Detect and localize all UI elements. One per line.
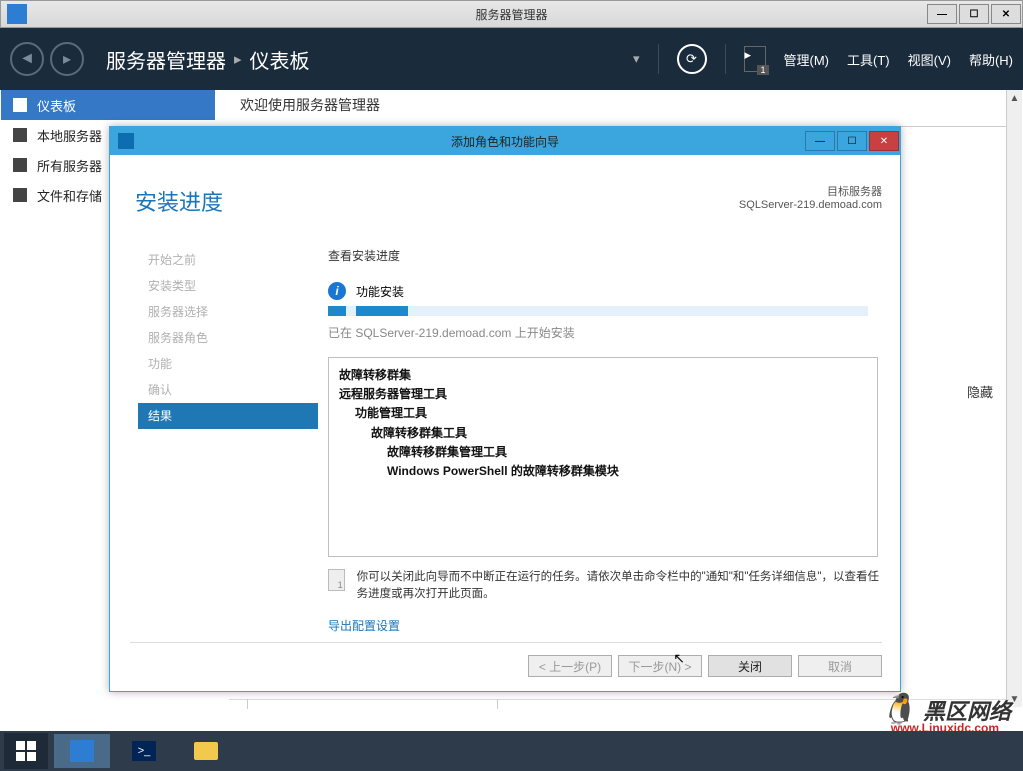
- close-button[interactable]: [991, 4, 1021, 24]
- task-server-manager[interactable]: [54, 734, 110, 768]
- refresh-button[interactable]: ⟳: [677, 44, 707, 74]
- menu-tools[interactable]: 工具(T): [847, 50, 890, 69]
- breadcrumb-dropdown[interactable]: ▾: [633, 51, 640, 67]
- info-icon: i: [328, 282, 346, 300]
- note-row: 1 你可以关闭此向导而不中断正在运行的任务。请依次单击命令栏中的"通知"和"任务…: [328, 569, 888, 604]
- app-icon: [7, 4, 27, 24]
- wizard-steps-nav: 开始之前 安装类型 服务器选择 服务器角色 功能 确认 结果: [138, 247, 318, 429]
- results-panel: 故障转移群集 远程服务器管理工具 功能管理工具 故障转移群集工具 故障转移群集管…: [328, 357, 878, 557]
- server-icon: [13, 128, 27, 142]
- result-line: 故障转移群集管理工具: [387, 445, 507, 459]
- task-explorer[interactable]: [178, 734, 234, 768]
- vertical-scrollbar[interactable]: ▲ ▼: [1006, 90, 1022, 707]
- result-line: 功能管理工具: [355, 406, 427, 420]
- notifications-flag-icon[interactable]: ▸: [744, 46, 766, 72]
- export-config-link[interactable]: 导出配置设置: [328, 617, 400, 634]
- target-server-label: 目标服务器: [739, 183, 882, 199]
- install-progress-bar: [328, 306, 868, 316]
- breadcrumb-page: 仪表板: [250, 45, 310, 74]
- menu-help[interactable]: 帮助(H): [969, 50, 1013, 69]
- note-text: 你可以关闭此向导而不中断正在运行的任务。请依次单击命令栏中的"通知"和"任务详细…: [357, 569, 888, 604]
- main-window-titlebar: 服务器管理器: [0, 0, 1023, 28]
- result-line: 故障转移群集: [339, 368, 411, 382]
- wizard-main-pane: 查看安装进度 i 功能安装 已在 SQLServer-219.demoad.co…: [328, 247, 882, 557]
- divider: [497, 699, 498, 709]
- wizard-heading: 安装进度: [135, 185, 223, 217]
- feature-install-label: 功能安装: [356, 283, 404, 300]
- sidebar-label: 仪表板: [37, 96, 76, 115]
- back-button[interactable]: ◄: [10, 42, 44, 76]
- install-status-text: 已在 SQLServer-219.demoad.com 上开始安装: [328, 324, 882, 341]
- wizard-icon: [118, 133, 134, 149]
- previous-button: < 上一步(P): [528, 655, 612, 677]
- window-title: 服务器管理器: [475, 6, 547, 23]
- target-server-block: 目标服务器 SQLServer-219.demoad.com: [739, 183, 882, 211]
- wizard-title: 添加角色和功能向导: [451, 133, 559, 150]
- next-button: 下一步(N) >: [618, 655, 702, 677]
- sidebar-label: 本地服务器: [37, 126, 102, 145]
- menu-manage[interactable]: 管理(M): [784, 50, 830, 69]
- sidebar-label: 所有服务器: [37, 156, 102, 175]
- breadcrumb: 服务器管理器 ▸ 仪表板: [106, 45, 310, 74]
- target-server-name: SQLServer-219.demoad.com: [739, 199, 882, 211]
- result-line: Windows PowerShell 的故障转移群集模块: [387, 464, 619, 478]
- divider: [247, 699, 248, 709]
- cancel-button: 取消: [798, 655, 882, 677]
- step-features: 功能: [138, 351, 318, 377]
- taskbar: >_: [0, 731, 1023, 771]
- result-line: 远程服务器管理工具: [339, 387, 447, 401]
- servers-icon: [13, 158, 27, 172]
- sidebar-label: 文件和存储: [37, 186, 102, 205]
- hide-link[interactable]: 隐藏: [967, 382, 993, 401]
- result-line: 故障转移群集工具: [371, 426, 467, 440]
- breadcrumb-separator: ▸: [234, 50, 242, 68]
- step-server-selection: 服务器选择: [138, 299, 318, 325]
- wizard-close-button[interactable]: ✕: [869, 131, 899, 151]
- breadcrumb-app: 服务器管理器: [106, 45, 226, 74]
- task-powershell[interactable]: >_: [116, 734, 172, 768]
- maximize-button[interactable]: [959, 4, 989, 24]
- start-button[interactable]: [4, 733, 48, 769]
- wizard-minimize-button[interactable]: —: [805, 131, 835, 151]
- sidebar-item-dashboard[interactable]: 仪表板: [1, 90, 215, 120]
- step-results[interactable]: 结果: [138, 403, 318, 429]
- menu-view[interactable]: 视图(V): [908, 50, 951, 69]
- step-server-roles: 服务器角色: [138, 325, 318, 351]
- step-confirmation: 确认: [138, 377, 318, 403]
- forward-button[interactable]: ▸: [50, 42, 84, 76]
- step-install-type: 安装类型: [138, 273, 318, 299]
- dashboard-icon: [13, 98, 27, 112]
- wizard-titlebar: 添加角色和功能向导 — ☐ ✕: [110, 127, 900, 155]
- wizard-body: 安装进度 目标服务器 SQLServer-219.demoad.com 开始之前…: [110, 155, 900, 691]
- flag-icon: 1: [328, 569, 345, 591]
- wizard-buttons: < 上一步(P) 下一步(N) > 关闭 取消: [130, 642, 882, 677]
- close-button[interactable]: 关闭: [708, 655, 792, 677]
- minimize-button[interactable]: [927, 4, 957, 24]
- step-before-begin: 开始之前: [138, 247, 318, 273]
- separator: [725, 44, 726, 74]
- wizard-maximize-button[interactable]: ☐: [837, 131, 867, 151]
- app-toolbar: ◄ ▸ 服务器管理器 ▸ 仪表板 ▾ ⟳ ▸ 管理(M) 工具(T) 视图(V)…: [0, 28, 1023, 90]
- view-progress-label: 查看安装进度: [328, 247, 882, 264]
- separator: [658, 44, 659, 74]
- add-roles-wizard-dialog: 添加角色和功能向导 — ☐ ✕ 安装进度 目标服务器 SQLServer-219…: [109, 126, 901, 692]
- storage-icon: [13, 188, 27, 202]
- scroll-up-icon[interactable]: ▲: [1007, 90, 1022, 106]
- welcome-heading: 欢迎使用服务器管理器: [240, 95, 380, 115]
